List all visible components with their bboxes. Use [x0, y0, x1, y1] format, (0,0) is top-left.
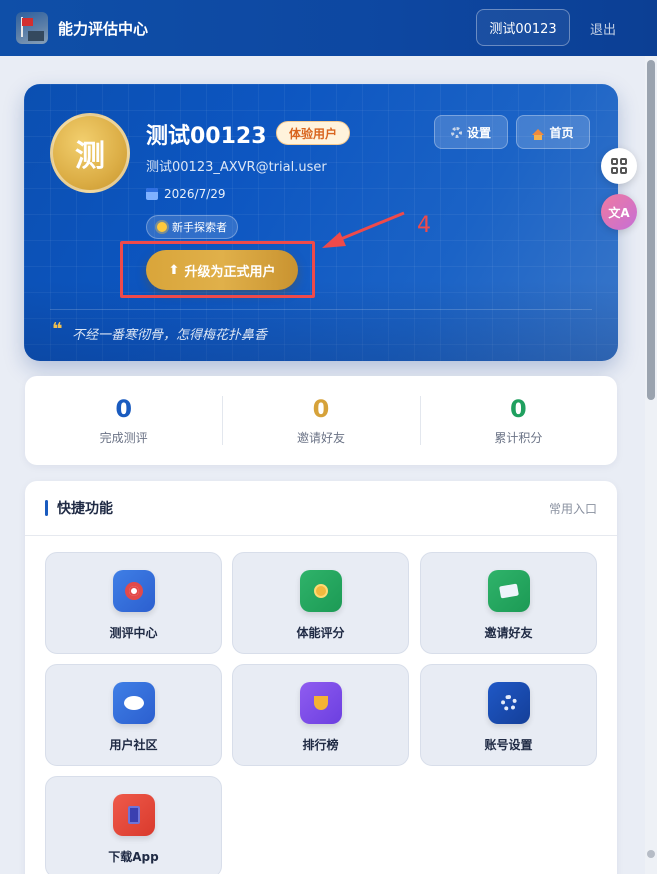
- annotation-arrow-icon: [322, 211, 405, 248]
- quick-item-label: 排行榜: [302, 738, 339, 752]
- qr-float-button[interactable]: [601, 148, 637, 184]
- calendar-icon: [146, 188, 158, 200]
- logout-link[interactable]: 退出: [590, 19, 616, 38]
- quick-item-label: 邀请好友: [484, 626, 533, 640]
- home-button[interactable]: 首页: [516, 115, 590, 149]
- stat-value: 0: [312, 395, 330, 423]
- settings-button-label: 设置: [466, 125, 491, 140]
- profile-date: 2026/7/29: [146, 187, 226, 201]
- quick-item-fitness-score[interactable]: 体能评分: [232, 552, 409, 654]
- scrollbar-bottom: [647, 850, 655, 858]
- quick-item-community[interactable]: 用户社区: [45, 664, 222, 766]
- quick-item-leaderboard[interactable]: 排行榜: [232, 664, 409, 766]
- trophy-icon: [299, 682, 342, 724]
- ticket-icon: [487, 570, 530, 612]
- sun-icon: [157, 222, 167, 232]
- chat-bubble-icon: [112, 682, 155, 724]
- user-type-badge: 体验用户: [276, 121, 351, 145]
- app-logo: [16, 12, 48, 44]
- profile-name: 测试00123: [146, 124, 267, 149]
- profile-date-text: 2026/7/29: [164, 187, 226, 201]
- card-divider: [50, 309, 592, 310]
- section-accent-bar: [45, 500, 48, 516]
- quick-item-invite-friends[interactable]: 邀请好友: [420, 552, 597, 654]
- quick-functions-title: 快捷功能: [57, 501, 113, 517]
- translate-icon: 文A: [608, 205, 630, 220]
- settings-button[interactable]: 设置: [434, 115, 508, 149]
- phone-icon: [112, 794, 155, 836]
- quick-item-label: 体能评分: [296, 626, 345, 640]
- app-title: 能力评估中心: [58, 19, 149, 38]
- quick-item-account-settings[interactable]: 账号设置: [420, 664, 597, 766]
- quote-icon: ❝: [52, 319, 63, 340]
- avatar: 测: [50, 113, 130, 193]
- translate-float-button[interactable]: 文A: [601, 194, 637, 230]
- motto-quote: 不经一番寒彻骨，怎得梅花扑鼻香: [72, 328, 268, 343]
- quick-functions-card: 快捷功能 常用入口 测评中心 体能评分 邀请好友 用户社区 排行榜 账号设置 下…: [25, 481, 617, 874]
- home-button-label: 首页: [549, 125, 574, 140]
- gear-icon: [487, 682, 530, 724]
- stat-completed-assessments: 0 完成测评: [25, 376, 222, 465]
- level-tag-text: 新手探索者: [172, 221, 227, 234]
- stat-invited-friends: 0 邀请好友: [222, 376, 419, 465]
- stat-label: 完成测评: [99, 431, 148, 445]
- medal-icon: [299, 570, 342, 612]
- quick-item-download-app[interactable]: 下载App: [45, 776, 222, 874]
- quick-item-label: 账号设置: [484, 738, 533, 752]
- stat-value: 0: [115, 395, 133, 423]
- quick-functions-header: 快捷功能 常用入口: [25, 481, 617, 536]
- upgrade-button-label: 升级为正式用户: [184, 264, 276, 280]
- gear-icon: [450, 126, 462, 138]
- stat-total-points: 0 累计积分: [419, 376, 617, 465]
- profile-email: 测试00123_AXVR@trial.user: [146, 160, 327, 175]
- quick-item-label: 测评中心: [109, 626, 158, 640]
- quick-item-assessment-center[interactable]: 测评中心: [45, 552, 222, 654]
- qr-icon: [611, 158, 627, 174]
- upgrade-button[interactable]: ⬆ 升级为正式用户: [146, 250, 298, 290]
- scrollbar-thumb[interactable]: [647, 60, 655, 400]
- home-icon: [532, 129, 545, 140]
- target-icon: [112, 570, 155, 612]
- stats-card: 0 完成测评 0 邀请好友 0 累计积分: [25, 376, 617, 465]
- quick-item-label: 下载App: [108, 850, 159, 864]
- quick-functions-subtitle: 常用入口: [548, 501, 597, 516]
- arrow-up-icon: ⬆: [168, 262, 180, 278]
- stat-value: 0: [509, 395, 527, 423]
- level-tag: 新手探索者: [146, 215, 238, 239]
- quick-item-label: 用户社区: [109, 738, 158, 752]
- stat-label: 邀请好友: [296, 431, 345, 445]
- annotation-number: 4: [417, 213, 431, 238]
- stat-label: 累计积分: [494, 431, 543, 445]
- user-menu-button[interactable]: 测试00123: [476, 9, 570, 46]
